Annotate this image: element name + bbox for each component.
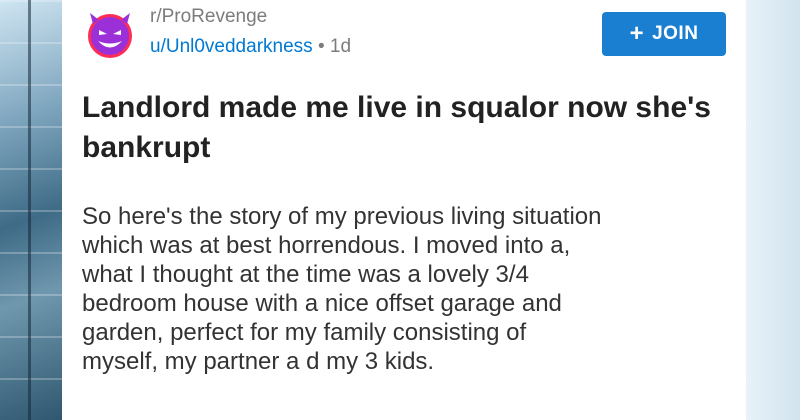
join-label: JOIN [652,23,699,44]
post-title[interactable]: Landlord made me live in squalor now she… [82,88,732,168]
post-age: 1d [329,36,352,57]
background-left-building [0,0,62,420]
post-body-line: which was at best horrendous. I moved in… [82,232,571,259]
join-button[interactable]: + JOIN [602,12,726,56]
post-body-line: what I thought at the time was a lovely … [82,261,529,288]
post-body-line: So here's the story of my previous livin… [82,203,602,230]
meta-separator: • [317,36,325,57]
post-body-line: bedroom house with a nice offset garage … [82,290,562,317]
post-card: r/ProRevenge u/Unl0veddarkness • 1d + JO… [62,0,746,420]
post-meta: u/Unl0veddarkness • 1d [150,36,351,58]
subreddit-name[interactable]: r/ProRevenge [150,6,267,28]
plus-icon: + [629,20,645,47]
author-link[interactable]: u/Unl0veddarkness [150,36,313,57]
background-right [746,0,800,420]
post-body: So here's the story of my previous livin… [82,202,737,376]
post-body-line: garden, perfect for my family consisting… [82,319,527,346]
devil-face-icon [88,13,132,58]
subreddit-avatar[interactable] [82,6,138,62]
post-body-line: myself, my partner a d my 3 kids. [82,348,435,375]
